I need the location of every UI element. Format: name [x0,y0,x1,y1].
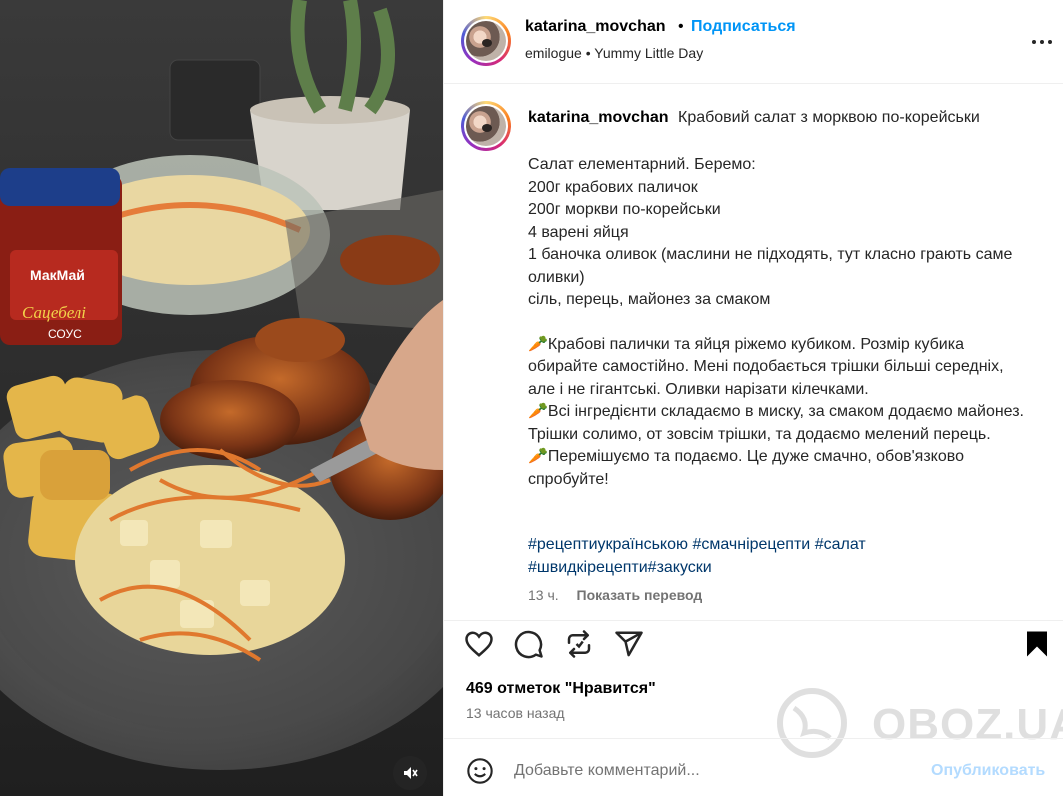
caption-step-2: 🥕Всі інгредієнти складаємо в миску, за с… [528,403,1024,443]
emoji-icon[interactable] [466,757,494,785]
share-icon[interactable] [614,629,644,659]
publish-button[interactable]: Опубликовать [931,762,1045,780]
action-bar [444,620,1063,664]
caption-step-3: 🥕Перемішуємо та подаємо. Це дуже смачно,… [528,448,964,488]
caption-ingredients: Салат елементарний. Беремо: 200г крабови… [528,156,1013,308]
hashtag-link[interactable]: #закуски [648,559,712,576]
hashtag-link[interactable]: #салат [815,536,866,553]
mute-button[interactable] [393,756,427,790]
caption-title: Крабовий салат з морквою по-корейськи [678,109,980,126]
more-options-button[interactable] [1032,38,1056,46]
dot-icon [1032,40,1036,44]
comment-input[interactable] [514,759,914,783]
hashtag-link[interactable]: #рецептиукраїнською [528,536,688,553]
dot-icon [1048,40,1052,44]
header-username[interactable]: katarina_movchan [525,18,666,36]
hashtag-link[interactable]: #швидкірецепти [528,559,648,576]
show-translation-button[interactable]: Показать перевод [577,587,703,603]
audio-separator: • [585,45,591,61]
post-header: katarina_movchan • Подписаться emilogue … [444,0,1063,84]
caption-time[interactable]: 13 ч. [528,587,559,603]
jar-type: СОУС [48,327,82,341]
speaker-muted-icon [404,767,418,779]
post-timestamp[interactable]: 13 часов назад [466,705,565,721]
repost-icon[interactable] [564,629,594,659]
audio-artist[interactable]: emilogue [525,45,582,61]
jar-brand: МакМай [30,267,85,283]
avatar[interactable] [461,16,511,66]
caption-area: katarina_movchan Крабовий салат з моркво… [444,84,1063,614]
caption-body: Салат елементарний. Беремо: 200г крабови… [528,154,1028,491]
caption-avatar[interactable] [461,101,511,151]
caption-meta: 13 ч. Показать перевод [528,587,702,603]
caption-step-1: 🥕Крабові палички та яйця ріжемо кубиком.… [528,335,1004,398]
post-media[interactable]: МакМай Сацебелі СОУС [0,0,443,796]
dot-icon [1040,40,1044,44]
comment-bar: Опубликовать [444,738,1063,796]
audio-info: emilogue • Yummy Little Day [525,45,703,61]
audio-track[interactable]: Yummy Little Day [594,45,703,61]
follow-button[interactable]: Подписаться [691,18,796,36]
hashtags: #рецептиукраїнською #смачнірецепти #сала… [528,534,1028,579]
like-count[interactable]: 469 отметок "Нравится" [466,680,656,698]
heart-icon[interactable] [464,629,494,659]
food-photo: МакМай Сацебелі СОУС [0,0,443,796]
comment-icon[interactable] [514,629,544,659]
post-panel: katarina_movchan • Подписаться emilogue … [443,0,1063,796]
hashtag-link[interactable]: #смачнірецепти [692,536,810,553]
jar-name: Сацебелі [22,303,86,322]
separator-dot: • [678,18,684,35]
bookmark-icon[interactable] [1022,629,1052,659]
caption-username[interactable]: katarina_movchan [528,109,669,127]
